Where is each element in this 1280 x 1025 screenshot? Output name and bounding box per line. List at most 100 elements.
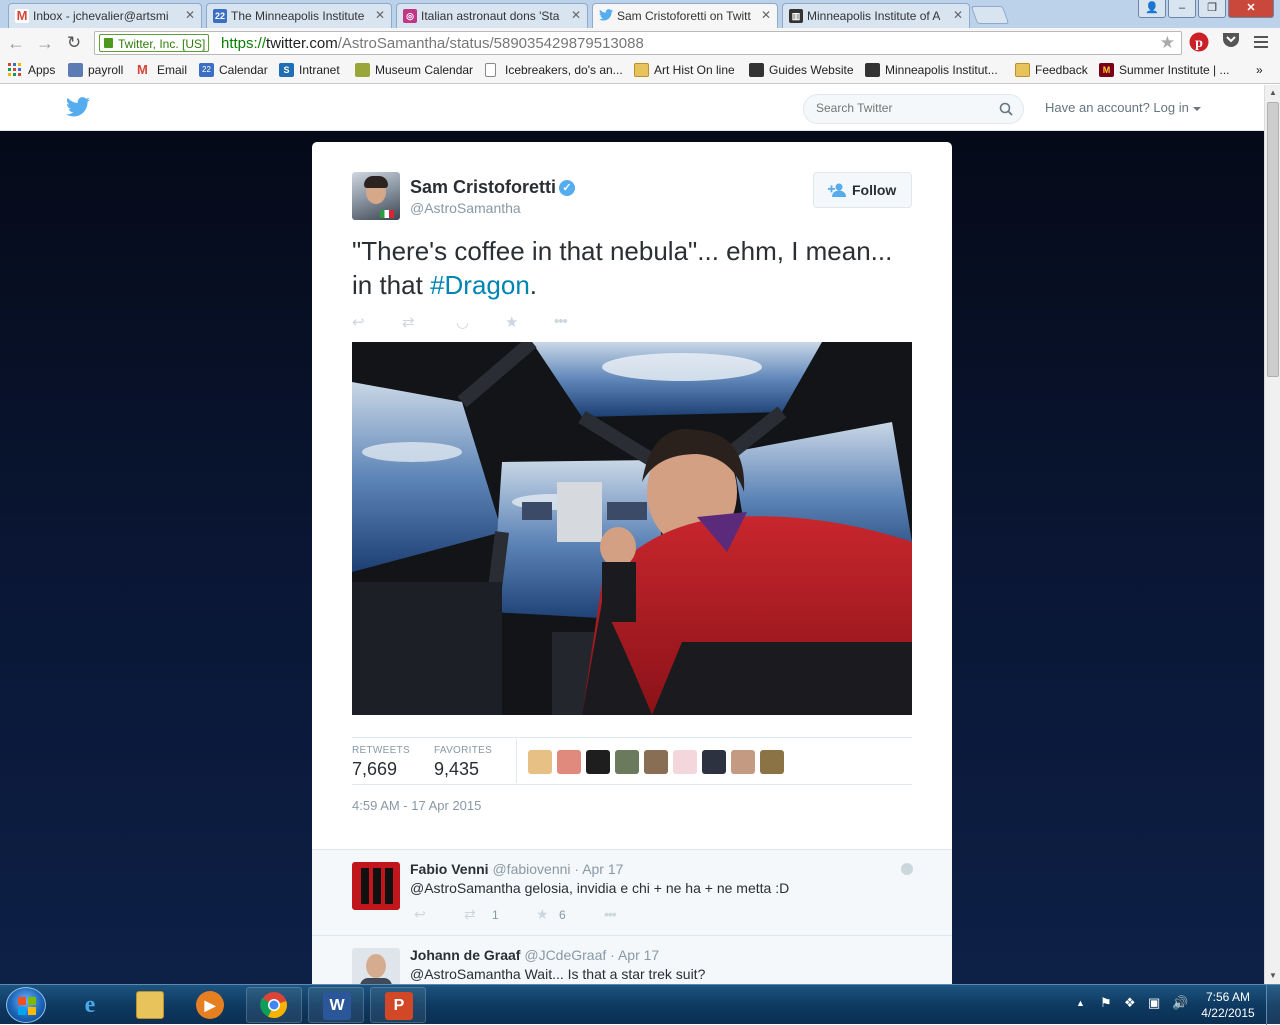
hashtag-link[interactable]: #Dragon	[430, 270, 530, 300]
taskbar-word[interactable]: W	[308, 987, 364, 1023]
avatar[interactable]	[702, 750, 726, 774]
reply-screen-name[interactable]: @JCdeGraaf	[524, 947, 606, 963]
author-screen-name[interactable]: @AstroSamantha	[410, 200, 521, 216]
login-link[interactable]: Log in	[1153, 100, 1188, 115]
start-button[interactable]	[6, 987, 46, 1023]
twitter-bird-logo-icon[interactable]	[66, 97, 90, 117]
dropbox-icon[interactable]: ❖	[1124, 995, 1136, 1011]
reply-author-name[interactable]: Fabio Venni	[410, 861, 489, 877]
bookmark-feedback[interactable]: Feedback	[1015, 63, 1088, 77]
bookmark-summer-institute[interactable]: M Summer Institute | ...	[1099, 63, 1229, 77]
avatar[interactable]	[557, 750, 581, 774]
reply-author-name[interactable]: Johann de Graaf	[410, 947, 520, 963]
bookmark-payroll[interactable]: payroll	[68, 63, 123, 77]
bookmark-museum-calendar[interactable]: Museum Calendar	[355, 63, 473, 77]
reply-screen-name[interactable]: @fabiovenni	[492, 861, 570, 877]
tab-gmail-inbox[interactable]: M Inbox - jchevalier@artsmi ✕	[8, 3, 202, 28]
reply-icon[interactable]: ↩	[352, 313, 365, 331]
bookmark-art-hist[interactable]: Art Hist On line	[634, 63, 735, 77]
address-bar[interactable]: Twitter, Inc. [US] https://twitter.com/A…	[94, 31, 1182, 55]
taskbar-chrome[interactable]	[246, 987, 302, 1023]
reply-date[interactable]: Apr 17	[582, 861, 623, 877]
show-desktop-button[interactable]	[1266, 985, 1280, 1025]
tab-minneapolis-institute-of-art[interactable]: ▥ Minneapolis Institute of A ✕	[782, 3, 970, 28]
network-icon[interactable]: ▣	[1148, 995, 1160, 1011]
new-tab-button[interactable]	[970, 6, 1010, 24]
tab-italian-astronaut[interactable]: ◎ Italian astronaut dons 'Sta ✕	[396, 3, 588, 28]
bookmark-icebreakers[interactable]: Icebreakers, do's an...	[485, 63, 623, 77]
tweet-photo[interactable]	[352, 342, 912, 715]
avatar[interactable]	[673, 750, 697, 774]
taskbar-file-explorer[interactable]	[122, 987, 178, 1023]
avatar[interactable]	[352, 172, 400, 220]
close-tab-icon[interactable]: ✕	[571, 8, 581, 22]
close-tab-icon[interactable]: ✕	[375, 8, 385, 22]
bookmark-minneapolis-institute[interactable]: Minneapolis Institut...	[865, 63, 998, 77]
tab-twitter-active[interactable]: Sam Cristoforetti on Twitt ✕	[592, 3, 778, 29]
volume-icon[interactable]: 🔊	[1172, 995, 1188, 1011]
tab-minneapolis-institute[interactable]: 22 The Minneapolis Institute ✕	[206, 3, 392, 28]
pinterest-icon[interactable]: p	[1188, 32, 1210, 54]
bookmark-apps[interactable]: Apps	[8, 63, 55, 77]
user-profile-button[interactable]: 👤	[1138, 0, 1166, 18]
avatar[interactable]	[352, 948, 400, 984]
page-scrollbar[interactable]: ▲ ▼	[1264, 85, 1280, 984]
bookmark-guides-website[interactable]: Guides Website	[749, 63, 854, 77]
author-name[interactable]: Sam Cristoforetti ✓	[410, 177, 576, 198]
retweet-stat[interactable]: RETWEETS 7,669	[352, 745, 410, 780]
reply-header: Johann de Graaf @JCdeGraaf · Apr 17	[410, 947, 660, 963]
minimize-button[interactable]: –	[1168, 0, 1196, 18]
menu-icon[interactable]	[1250, 32, 1272, 54]
favorite-star-icon[interactable]: ★	[536, 906, 549, 923]
show-hidden-icons-icon[interactable]: ▲	[1076, 998, 1085, 1008]
taskbar-media-player[interactable]: ▶	[182, 987, 238, 1023]
retweet-icon[interactable]: ⇄	[464, 906, 476, 923]
reply-icon[interactable]: ↩	[414, 906, 426, 923]
close-window-button[interactable]: ✕	[1228, 0, 1274, 18]
avatar[interactable]	[644, 750, 668, 774]
forward-button[interactable]: →	[35, 33, 55, 53]
pocket-icon[interactable]	[1220, 32, 1242, 54]
bookmark-calendar[interactable]: 22 Calendar	[199, 63, 268, 77]
bookmark-label: Art Hist On line	[654, 63, 735, 77]
bookmarks-overflow-icon[interactable]: »	[1244, 63, 1263, 77]
action-center-flag-icon[interactable]: ⚑	[1100, 995, 1112, 1011]
security-indicator[interactable]: Twitter, Inc. [US]	[99, 34, 210, 52]
chevron-down-icon[interactable]	[1192, 106, 1201, 111]
bookmark-intranet[interactable]: S Intranet	[279, 63, 340, 77]
scroll-down-icon[interactable]: ▼	[1265, 968, 1280, 984]
more-options-icon[interactable]: •••	[604, 906, 617, 922]
retweet-icon[interactable]: ⇄	[402, 313, 415, 331]
avatar[interactable]	[760, 750, 784, 774]
close-tab-icon[interactable]: ✕	[761, 8, 771, 22]
reply-options-icon[interactable]	[901, 863, 913, 875]
avatar[interactable]	[352, 862, 400, 910]
taskbar-internet-explorer[interactable]: e	[62, 987, 118, 1023]
avatar[interactable]	[586, 750, 610, 774]
follow-button[interactable]: Follow	[813, 172, 912, 208]
search-icon[interactable]	[999, 102, 1013, 116]
scrollbar-thumb[interactable]	[1267, 102, 1279, 377]
close-tab-icon[interactable]: ✕	[185, 8, 195, 22]
avatar[interactable]	[528, 750, 552, 774]
tab-title: Italian astronaut dons 'Sta	[421, 9, 560, 23]
pocket-save-icon[interactable]: ◡	[456, 313, 469, 331]
avatar[interactable]	[615, 750, 639, 774]
scroll-up-icon[interactable]: ▲	[1265, 85, 1280, 101]
reply-date[interactable]: Apr 17	[618, 947, 659, 963]
taskbar-clock[interactable]: 7:56 AM 4/22/2015	[1198, 989, 1258, 1021]
reload-button[interactable]: ↻	[64, 33, 84, 53]
taskbar-powerpoint[interactable]: P	[370, 987, 426, 1023]
favorite-stat[interactable]: FAVORITES 9,435	[434, 745, 492, 780]
tweet-timestamp[interactable]: 4:59 AM - 17 Apr 2015	[352, 798, 481, 813]
close-tab-icon[interactable]: ✕	[953, 8, 963, 22]
bookmark-email[interactable]: M Email	[137, 63, 187, 78]
back-button[interactable]: ←	[6, 33, 26, 53]
restore-button[interactable]: ❐	[1198, 0, 1226, 18]
bookmark-star-icon[interactable]: ★	[1160, 33, 1175, 53]
favorite-star-icon[interactable]: ★	[505, 313, 518, 331]
avatar[interactable]	[731, 750, 755, 774]
search-input[interactable]	[816, 101, 996, 115]
more-options-icon[interactable]: •••	[554, 313, 568, 330]
url-text[interactable]: https://twitter.com/AstroSamantha/status…	[221, 35, 644, 52]
